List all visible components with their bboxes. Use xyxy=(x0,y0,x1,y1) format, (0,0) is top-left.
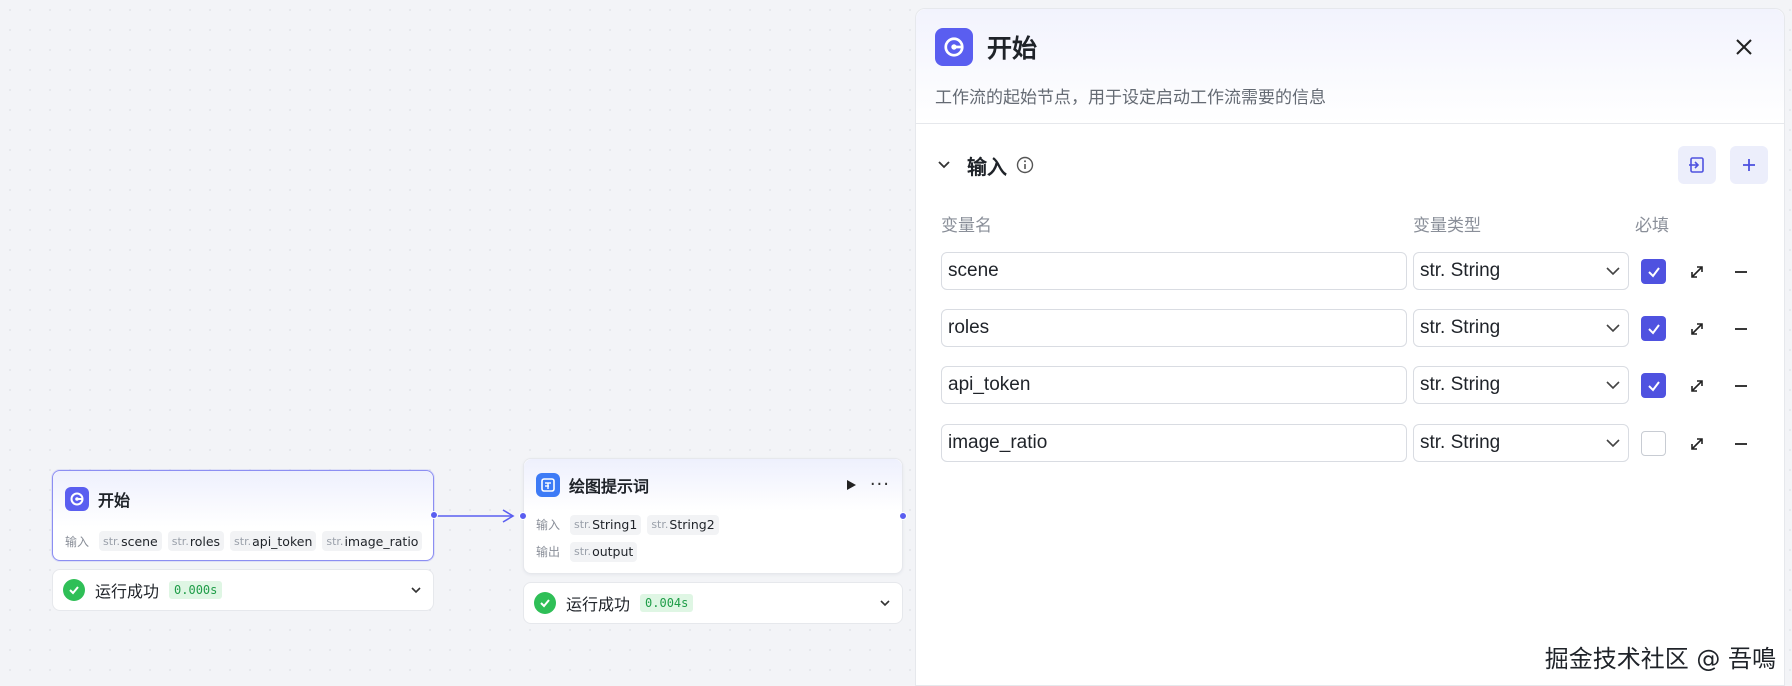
input-chip-roles: str. roles xyxy=(167,531,225,551)
run-time-badge: 0.000s xyxy=(169,581,223,599)
add-variable-button[interactable] xyxy=(1730,146,1768,184)
variable-type-value: str. String xyxy=(1420,317,1501,338)
variable-name-input[interactable]: roles xyxy=(941,309,1407,347)
node-config-panel: 开始 工作流的起始节点，用于设定启动工作流需要的信息 输入 变量名 变量类型 必… xyxy=(915,8,1785,686)
panel-header: 开始 工作流的起始节点，用于设定启动工作流需要的信息 xyxy=(916,9,1784,124)
variable-name-input[interactable]: api_token xyxy=(941,366,1407,404)
prompt-node-inputs: 输入 str. String1 str. String2 xyxy=(524,511,902,538)
prompt-icon xyxy=(536,473,560,497)
prompt-node-title: 绘图提示词 xyxy=(569,477,650,496)
chevron-down-icon xyxy=(1604,376,1622,394)
panel-description: 工作流的起始节点，用于设定启动工作流需要的信息 xyxy=(935,88,1326,108)
expand-icon[interactable] xyxy=(1686,433,1708,455)
chevron-down-icon[interactable] xyxy=(409,583,423,597)
required-checkbox[interactable] xyxy=(1641,259,1666,284)
play-icon[interactable] xyxy=(844,478,858,492)
start-node-output-port[interactable] xyxy=(430,511,438,519)
prompt-node-header: 绘图提示词 ··· xyxy=(524,459,902,511)
start-node[interactable]: 开始 输入 str. scene str. roles str. api_token … xyxy=(52,470,438,561)
status-text: 运行成功 xyxy=(95,582,160,601)
start-icon xyxy=(935,28,973,66)
start-node-status[interactable]: 运行成功 0.000s xyxy=(52,569,434,611)
run-time-badge: 0.004s xyxy=(640,594,694,612)
variable-name-input[interactable]: image_ratio xyxy=(941,424,1407,462)
column-header-type: 变量类型 xyxy=(1413,216,1481,236)
input-chip-image-ratio: str. image_ratio xyxy=(322,531,423,551)
required-checkbox[interactable] xyxy=(1641,316,1666,341)
expand-icon[interactable] xyxy=(1686,261,1708,283)
input-section-header: 输入 xyxy=(935,145,1768,185)
expand-icon[interactable] xyxy=(1686,375,1708,397)
remove-variable-icon[interactable] xyxy=(1730,318,1752,340)
start-node-inputs: 输入 str. scene str. roles str. api_token str… xyxy=(53,527,433,555)
variable-row: scene str. String xyxy=(916,252,1784,292)
info-icon[interactable] xyxy=(1015,155,1035,175)
success-check-icon xyxy=(63,579,85,601)
more-icon[interactable]: ··· xyxy=(870,476,890,494)
expand-icon[interactable] xyxy=(1686,318,1708,340)
required-checkbox[interactable] xyxy=(1641,431,1666,456)
variable-row: api_token str. String xyxy=(916,366,1784,406)
input-label: 输入 xyxy=(536,518,561,532)
variable-type-select[interactable]: str. String xyxy=(1413,252,1629,290)
output-chip-output: str. output xyxy=(570,541,638,562)
variable-type-value: str. String xyxy=(1420,374,1501,395)
remove-variable-icon[interactable] xyxy=(1730,433,1752,455)
prompt-node-status[interactable]: 运行成功 0.004s xyxy=(523,582,903,624)
input-chip-string1: str. String1 xyxy=(570,514,642,535)
close-icon[interactable] xyxy=(1730,33,1758,61)
variable-type-select[interactable]: str. String xyxy=(1413,366,1629,404)
workflow-canvas[interactable]: 开始 输入 str. scene str. roles str. api_token … xyxy=(0,0,915,686)
start-icon xyxy=(65,487,89,511)
panel-title-row: 开始 xyxy=(935,28,1037,66)
prompt-node-output-port[interactable] xyxy=(899,512,907,520)
watermark: 掘金技术社区 @ 吾鳴 xyxy=(1544,645,1776,673)
column-header-name: 变量名 xyxy=(941,216,992,236)
variable-type-value: str. String xyxy=(1420,432,1501,453)
input-label: 输入 xyxy=(65,534,90,549)
panel-title: 开始 xyxy=(987,34,1038,63)
variable-type-value: str. String xyxy=(1420,260,1501,281)
start-node-header: 开始 xyxy=(53,471,433,527)
chevron-down-icon[interactable] xyxy=(878,596,892,610)
variable-name-input[interactable]: scene xyxy=(941,252,1407,290)
variable-type-select[interactable]: str. String xyxy=(1413,309,1629,347)
section-title: 输入 xyxy=(967,154,1007,179)
section-actions xyxy=(1678,146,1768,184)
chevron-down-icon xyxy=(1604,319,1622,337)
success-check-icon xyxy=(534,592,556,614)
variable-table-header: 变量名 变量类型 必填 xyxy=(916,211,1784,236)
variable-row: roles str. String xyxy=(916,309,1784,349)
variable-row: image_ratio str. String xyxy=(916,424,1784,464)
chevron-down-icon xyxy=(1604,262,1622,280)
prompt-node-actions: ··· xyxy=(844,476,890,494)
import-button[interactable] xyxy=(1678,146,1716,184)
start-node-title: 开始 xyxy=(98,491,131,510)
chevron-down-icon xyxy=(1604,434,1622,452)
prompt-node-input-port[interactable] xyxy=(519,512,527,520)
prompt-node-outputs: 输出 str. output xyxy=(524,538,902,565)
remove-variable-icon[interactable] xyxy=(1730,261,1752,283)
chevron-down-icon[interactable] xyxy=(935,156,953,174)
remove-variable-icon[interactable] xyxy=(1730,375,1752,397)
variable-type-select[interactable]: str. String xyxy=(1413,424,1629,462)
input-chip-api-token: str. api_token xyxy=(230,531,317,551)
output-label: 输出 xyxy=(536,545,561,559)
input-chip-scene: str. scene xyxy=(99,531,162,551)
status-text: 运行成功 xyxy=(566,595,631,614)
required-checkbox[interactable] xyxy=(1641,373,1666,398)
column-header-required: 必填 xyxy=(1635,216,1669,236)
input-chip-string2: str. String2 xyxy=(647,514,719,535)
prompt-node[interactable]: 绘图提示词 ··· 输入 str. String1 str. String2 输出 … xyxy=(519,458,907,574)
